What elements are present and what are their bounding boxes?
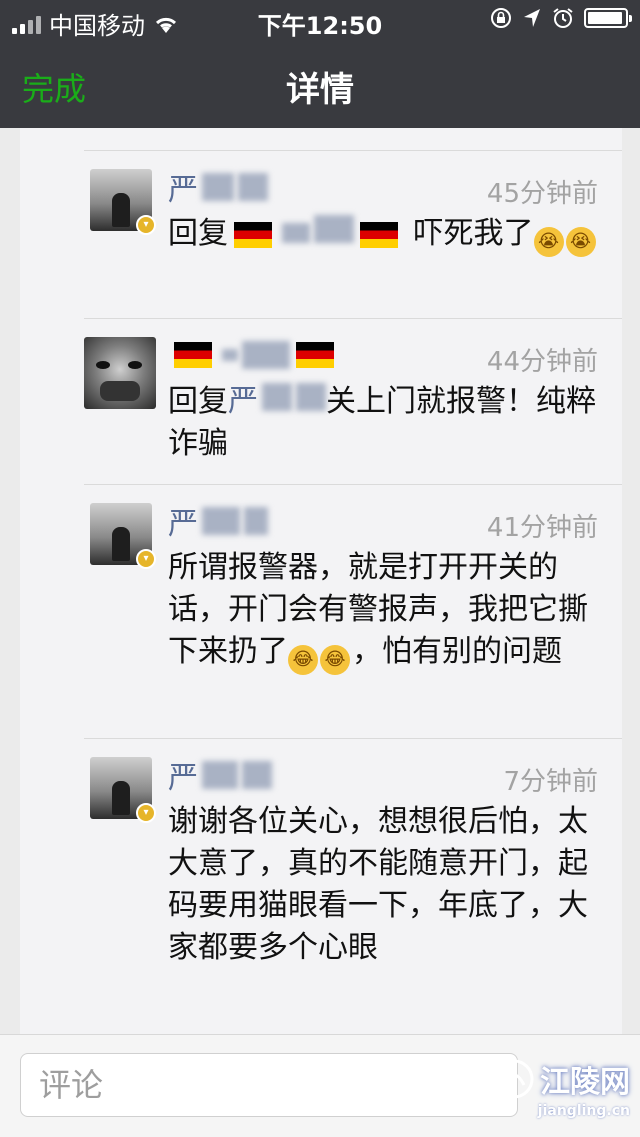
comment-text: 谢谢各位关心，想想很后怕，太大意了，真的不能随意开门，起码要用猫眼看一下，年底了… bbox=[168, 804, 588, 965]
comment-item[interactable]: ▾ 严 45分钟前 回复 吓死我了 😭 😭 bbox=[84, 150, 622, 311]
vip-badge-icon: ▾ bbox=[136, 803, 156, 823]
reply-target-name[interactable] bbox=[228, 215, 404, 251]
comment-text: 回复严 关上门就报警！纯粹诈骗 bbox=[168, 383, 596, 461]
comment-text: 回复 吓死我了 😭 😭 bbox=[168, 213, 606, 257]
laughing-tears-emoji-icon: 😂 bbox=[288, 645, 318, 675]
commenter-name[interactable]: 严 bbox=[168, 759, 272, 796]
commenter-name[interactable] bbox=[168, 339, 340, 371]
commenter-name[interactable]: 严 bbox=[168, 171, 268, 208]
battery-icon bbox=[584, 8, 632, 28]
comment-time: 44分钟前 bbox=[486, 347, 598, 377]
watermark: 江陵网 jiangling.cn bbox=[492, 1057, 630, 1119]
flag-icon bbox=[360, 221, 398, 248]
comment-item[interactable]: ▾ 严 41分钟前 所谓报警器，就是打开开关的话，开门会有警报声，我把它撕下来扔… bbox=[84, 484, 622, 731]
comment-input-bar: 江陵网 jiangling.cn bbox=[0, 1034, 640, 1137]
alarm-icon bbox=[553, 8, 573, 28]
comment-time: 41分钟前 bbox=[486, 513, 598, 543]
orientation-lock-icon bbox=[491, 8, 511, 28]
location-icon bbox=[524, 9, 540, 27]
flag-icon bbox=[234, 221, 272, 248]
watermark-brand: 江陵网 bbox=[540, 1065, 630, 1100]
comment-input[interactable] bbox=[20, 1053, 518, 1117]
laughing-tears-emoji-icon: 😂 bbox=[320, 645, 350, 675]
vip-badge-icon: ▾ bbox=[136, 549, 156, 569]
comment-list: ▾ 严 45分钟前 回复 吓死我了 😭 😭 44分钟前 回复严 关上门就报警！纯粹诈骗 bbox=[20, 128, 622, 1034]
comment-time: 45分钟前 bbox=[486, 179, 598, 209]
comment-item[interactable]: 44分钟前 回复严 关上门就报警！纯粹诈骗 bbox=[84, 318, 622, 477]
nav-bar: 完成 详情 bbox=[0, 40, 640, 128]
comment-item[interactable]: ▾ 严 7分钟前 谢谢各位关心，想想很后怕，太大意了，真的不能随意开门，起码要用… bbox=[84, 738, 622, 1034]
crying-emoji-icon: 😭 bbox=[533, 227, 564, 257]
status-bar: 中国移动 下午12:50 bbox=[0, 0, 640, 40]
avatar[interactable] bbox=[84, 337, 156, 409]
comment-time: 7分钟前 bbox=[503, 767, 598, 797]
crying-emoji-icon: 😭 bbox=[565, 227, 596, 257]
page-title: 详情 bbox=[286, 70, 354, 110]
watermark-url: jiangling.cn bbox=[537, 1103, 630, 1119]
flag-icon bbox=[296, 342, 334, 368]
status-right bbox=[490, 7, 632, 29]
comment-text: 所谓报警器，就是打开开关的话，开门会有警报声，我把它撕下来扔了 😂 😂 ，怕有别的问题 bbox=[168, 547, 606, 675]
reply-target-name[interactable]: 严 bbox=[228, 383, 326, 419]
vip-badge-icon: ▾ bbox=[136, 215, 156, 235]
flag-icon bbox=[174, 342, 212, 368]
watermark-logo-icon bbox=[494, 1059, 534, 1099]
commenter-name[interactable]: 严 bbox=[168, 505, 268, 542]
